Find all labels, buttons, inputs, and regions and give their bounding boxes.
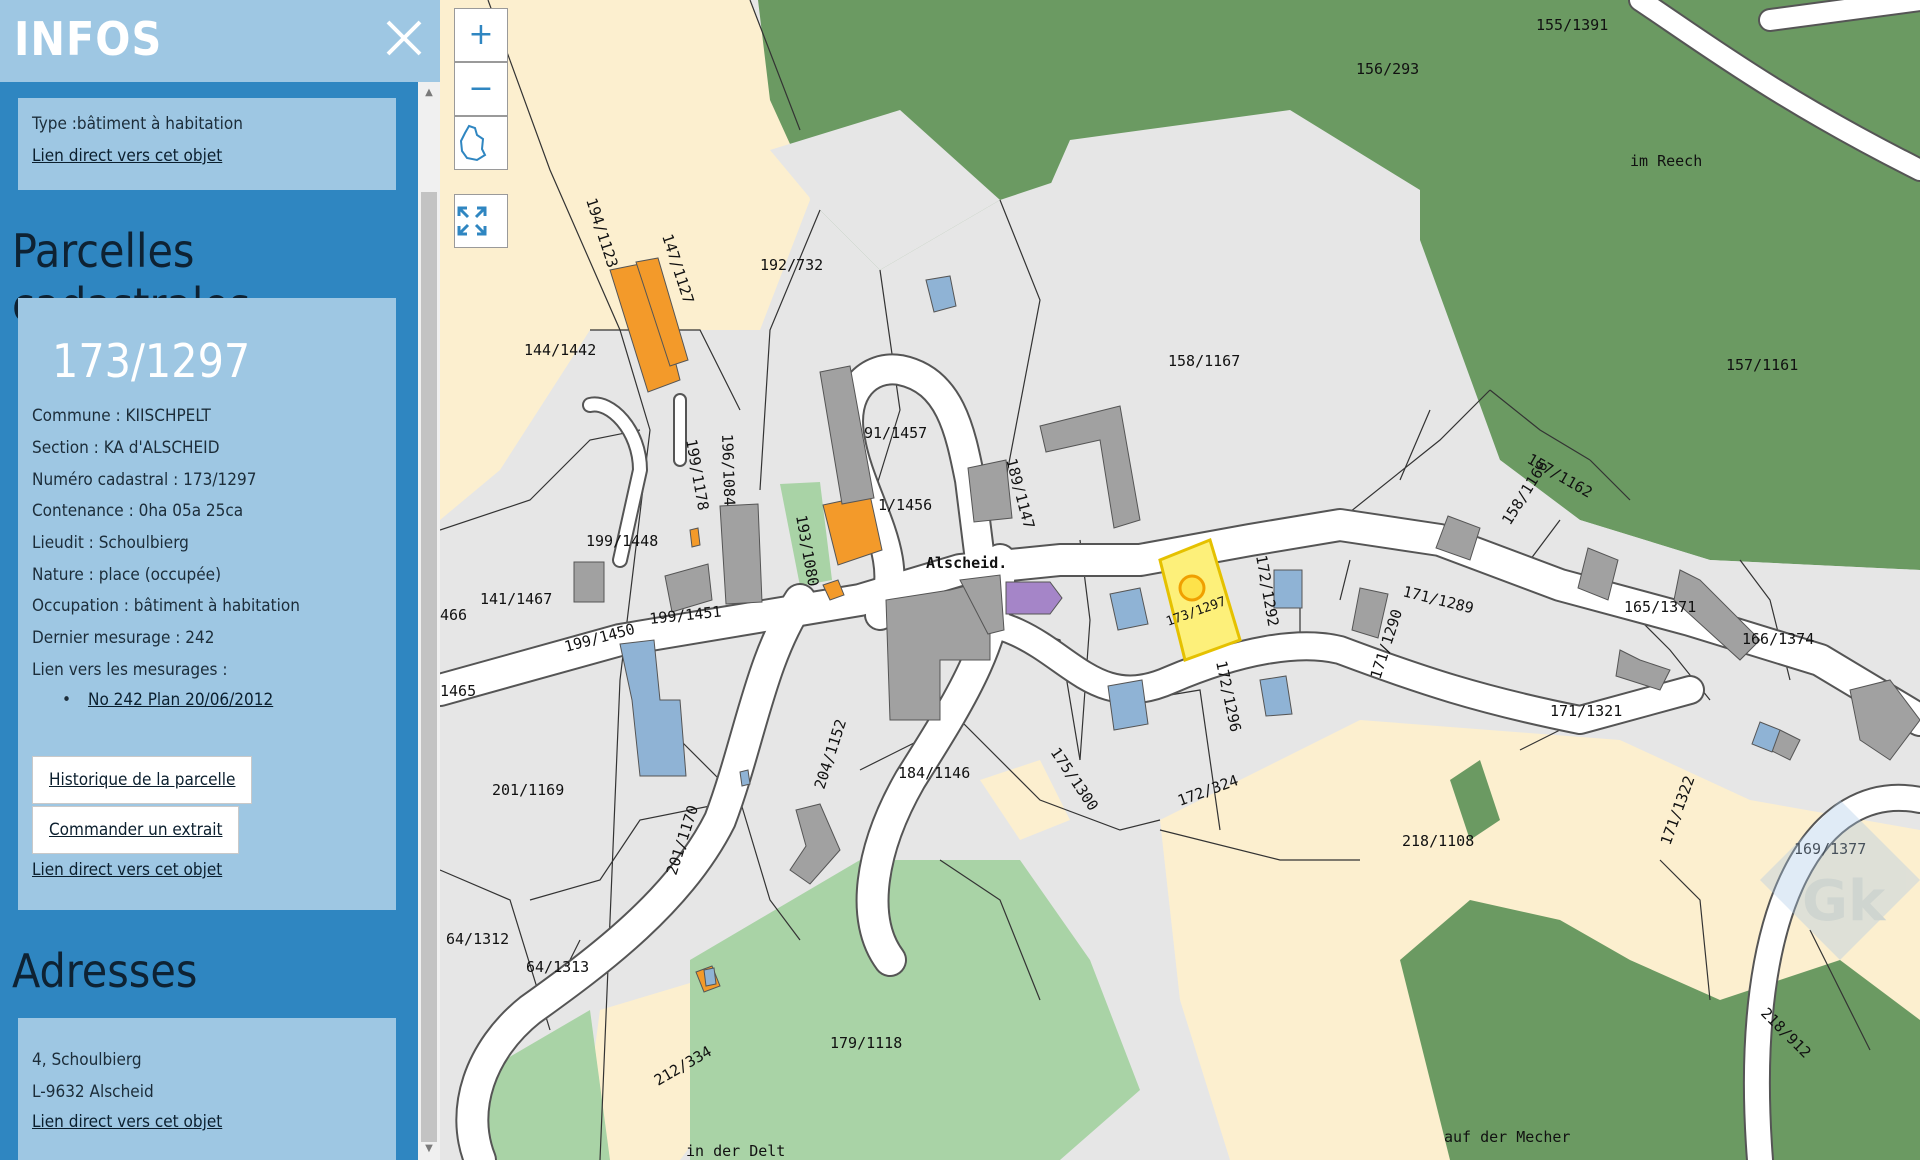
panel-scrollbar[interactable]: ▲ ▼ xyxy=(418,82,440,1160)
parcel-label: 155/1391 xyxy=(1536,16,1608,34)
parcel-label: 196/1084 xyxy=(718,434,739,507)
parcel-label: 218/1108 xyxy=(1402,832,1474,850)
svg-text:Gk: Gk xyxy=(1802,869,1887,934)
scroll-thumb[interactable] xyxy=(421,192,437,1142)
parcel-measurements-label: Lien vers les mesurages : xyxy=(32,660,228,680)
fullscreen-icon xyxy=(457,206,487,236)
parcel-label: 156/293 xyxy=(1356,60,1419,78)
building-purple[interactable] xyxy=(1005,581,1063,615)
parcel-label: 166/1374 xyxy=(1742,630,1814,648)
selected-location-marker[interactable] xyxy=(1178,574,1206,602)
parcel-label: 199/1448 xyxy=(586,532,658,550)
panel-header: INFOS xyxy=(0,0,440,82)
parcel-label: 192/732 xyxy=(760,256,823,274)
close-panel-button[interactable] xyxy=(380,14,428,62)
parcel-commune: Commune : KIISCHPELT xyxy=(32,406,211,426)
panel-content[interactable]: Type :bâtiment à habitation Lien direct … xyxy=(0,82,418,1160)
building-blue[interactable] xyxy=(1107,679,1149,731)
parcel-label: 144/1442 xyxy=(524,341,596,359)
panel-title: INFOS xyxy=(14,12,163,66)
scroll-down-icon[interactable]: ▼ xyxy=(422,1142,436,1156)
parcel-number: 173/1297 xyxy=(52,334,251,388)
parcel-label: 184/1146 xyxy=(898,764,970,782)
measurement-link[interactable]: No 242 Plan 20/06/2012 xyxy=(88,690,273,710)
parcel-label: 91/1457 xyxy=(864,424,927,442)
parcel-area: Contenance : 0ha 05a 25ca xyxy=(32,501,244,521)
parcel-last-measurement: Dernier mesurage : 242 xyxy=(32,628,215,648)
address-direct-link[interactable]: Lien direct vers cet objet xyxy=(32,1112,222,1132)
zoom-out-button[interactable]: − xyxy=(454,62,508,116)
object-type: Type :bâtiment à habitation xyxy=(32,114,243,134)
parcel-label: 158/1167 xyxy=(1168,352,1240,370)
object-direct-link[interactable]: Lien direct vers cet objet xyxy=(32,146,222,166)
building-grey[interactable] xyxy=(719,503,763,605)
object-card: Type :bâtiment à habitation Lien direct … xyxy=(18,98,396,190)
building-grey[interactable] xyxy=(573,561,605,603)
fullscreen-button[interactable] xyxy=(454,194,508,248)
parcel-lieudit: Lieudit : Schoulbierg xyxy=(32,533,189,553)
building-blue[interactable] xyxy=(739,769,751,787)
info-panel: INFOS Type :bâtiment à habitation Lien d… xyxy=(0,0,440,1160)
close-icon xyxy=(386,20,422,56)
place-label: Alscheid. xyxy=(926,554,1007,572)
place-label: im Reech xyxy=(1630,152,1702,170)
parcel-label: 64/1312 xyxy=(446,930,509,948)
parcel-history-button[interactable]: Historique de la parcelle xyxy=(32,756,253,804)
place-label: in der Delt xyxy=(686,1142,785,1160)
parcel-label: 157/1161 xyxy=(1726,356,1798,374)
address-card: 4, Schoulbierg L-9632 Alscheid Lien dire… xyxy=(18,1018,396,1160)
building-blue[interactable] xyxy=(1259,675,1293,717)
zoom-in-button[interactable]: + xyxy=(454,8,508,62)
parcel-occupation: Occupation : bâtiment à habitation xyxy=(32,596,300,616)
parcel-nature: Nature : place (occupée) xyxy=(32,565,222,585)
cadastral-map[interactable]: 155/1391 156/293 im Reech 157/1161 192/7… xyxy=(440,0,1920,1160)
parcel-label: 201/1169 xyxy=(492,781,564,799)
luxembourg-outline-icon xyxy=(459,124,487,162)
parcel-direct-link[interactable]: Lien direct vers cet objet xyxy=(32,860,222,880)
building-blue[interactable] xyxy=(703,967,717,987)
parcel-label: 165/1371 xyxy=(1624,598,1696,616)
map-canvas[interactable]: 155/1391 156/293 im Reech 157/1161 192/7… xyxy=(440,0,1920,1160)
address-line-2: L-9632 Alscheid xyxy=(32,1082,154,1102)
country-extent-button[interactable] xyxy=(454,116,508,170)
address-line-1: 4, Schoulbierg xyxy=(32,1050,142,1070)
building-orange[interactable] xyxy=(689,527,701,548)
parcel-section: Section : KA d'ALSCHEID xyxy=(32,438,220,458)
addresses-heading: Adresses xyxy=(12,944,198,998)
parcel-label: 466 xyxy=(440,606,467,624)
parcel-label: 141/1467 xyxy=(480,590,552,608)
parcel-label: 1465 xyxy=(440,682,476,700)
place-label: auf der Mecher xyxy=(1444,1128,1570,1146)
scroll-up-icon[interactable]: ▲ xyxy=(422,86,436,100)
parcel-cadastral-number: Numéro cadastral : 173/1297 xyxy=(32,470,257,490)
order-extract-button[interactable]: Commander un extrait xyxy=(32,806,240,854)
parcel-label: 179/1118 xyxy=(830,1034,902,1052)
parcel-label: 64/1313 xyxy=(526,958,589,976)
parcel-label: 171/1321 xyxy=(1550,702,1622,720)
parcel-label: 1/1456 xyxy=(878,496,932,514)
parcel-card: 173/1297 Commune : KIISCHPELT Section : … xyxy=(18,298,396,910)
bullet: • xyxy=(62,690,72,710)
